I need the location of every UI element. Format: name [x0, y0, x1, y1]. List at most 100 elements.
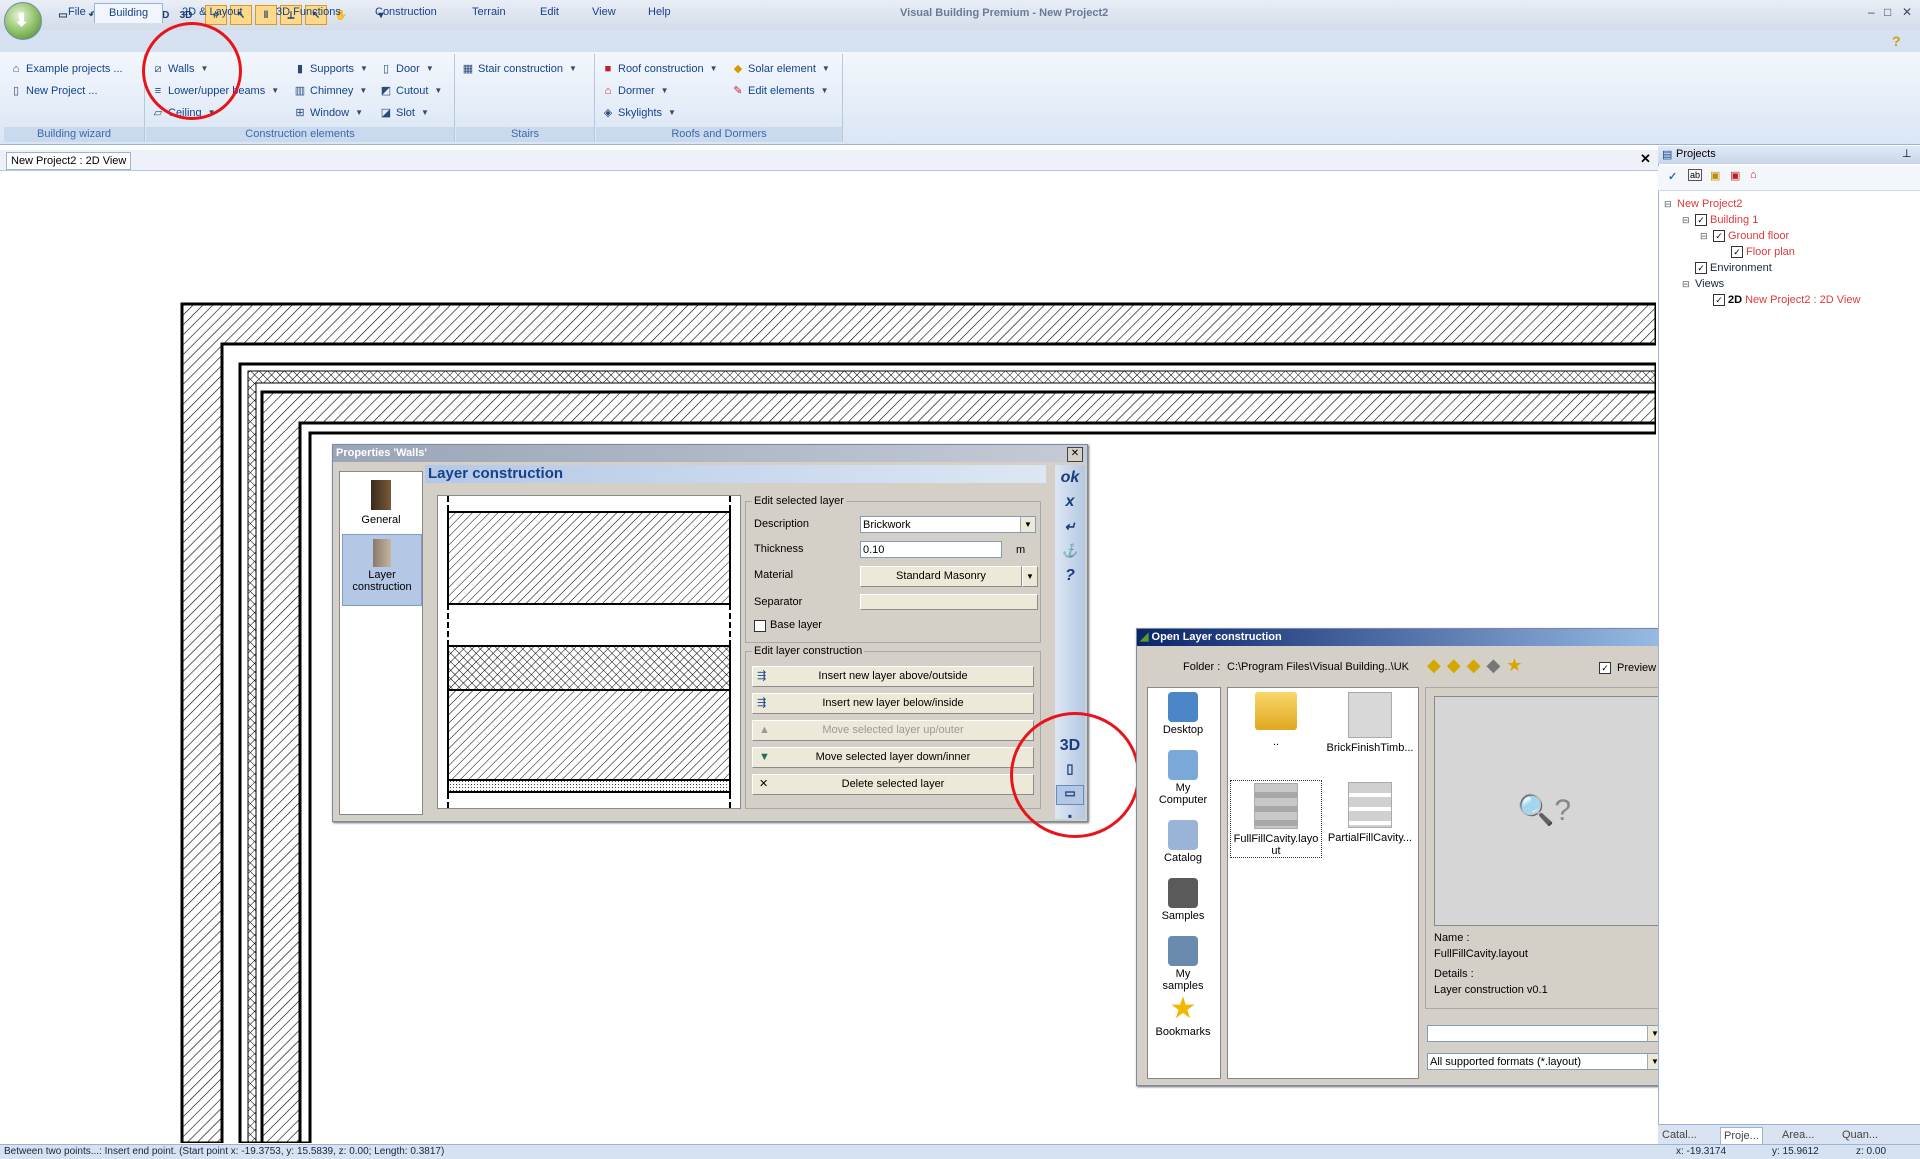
- solar-element-button[interactable]: ◆ Solar element ▼: [732, 60, 830, 78]
- preview-checkbox[interactable]: ✓: [1599, 662, 1611, 674]
- tab-catalog[interactable]: Catal...: [1662, 1127, 1697, 1143]
- network-icon[interactable]: ◆: [1487, 655, 1507, 675]
- tab-file[interactable]: File: [54, 3, 100, 22]
- file-item-fullfill[interactable]: FullFillCavity.layout: [1230, 780, 1322, 858]
- nav-general[interactable]: General: [342, 474, 420, 532]
- file-item-partialfill[interactable]: PartialFillCavity...: [1324, 780, 1416, 844]
- filter-combo[interactable]: All supported formats (*.layout) ▼: [1427, 1053, 1663, 1070]
- dormer-button[interactable]: ⌂ Dormer ▼: [602, 82, 669, 100]
- folder-up-icon[interactable]: ◆: [1427, 655, 1447, 675]
- tab-area[interactable]: Area...: [1782, 1127, 1814, 1143]
- document-close-icon[interactable]: ✕: [1640, 151, 1651, 167]
- tree-node[interactable]: ⊟ Views: [1664, 276, 1914, 292]
- tab-construction[interactable]: Construction: [361, 3, 451, 22]
- solar-element-label: Solar element: [748, 63, 816, 75]
- tab-projects[interactable]: Proje...: [1720, 1127, 1763, 1145]
- skylights-button[interactable]: ◈ Skylights ▼: [602, 104, 676, 122]
- folder-label: Folder :: [1183, 661, 1221, 673]
- anchor-icon[interactable]: ⚓: [1058, 543, 1082, 559]
- place-bookmarks[interactable]: ★ Bookmarks: [1154, 994, 1212, 1039]
- document-tab-2d-view[interactable]: New Project2 : 2D View: [6, 152, 132, 170]
- place-my-computer[interactable]: My Computer: [1154, 750, 1212, 806]
- insert-layer-below-button[interactable]: ⇶ Insert new layer below/inside: [752, 693, 1034, 714]
- tree-node[interactable]: ⊟ New Project2: [1664, 196, 1914, 212]
- file-item-parent[interactable]: ..: [1236, 692, 1316, 748]
- bookmark-star-icon[interactable]: ★: [1506, 655, 1528, 675]
- tab-3d-functions[interactable]: 3D Functions: [262, 3, 355, 22]
- tree-checkbox[interactable]: ✓: [1713, 230, 1725, 242]
- enter-icon[interactable]: ↵: [1058, 519, 1082, 535]
- place-desktop[interactable]: Desktop: [1154, 692, 1212, 736]
- chimney-button[interactable]: ▥ Chimney ▼: [294, 82, 368, 100]
- help-icon[interactable]: ?: [1892, 33, 1901, 49]
- thickness-field[interactable]: 0.10: [860, 541, 1002, 558]
- nav-layer-construction[interactable]: Layer construction: [342, 534, 422, 606]
- move-layer-up-button[interactable]: ▲ Move selected layer up/outer: [752, 720, 1034, 741]
- tree-node[interactable]: ✓ Floor plan: [1664, 244, 1914, 260]
- tab-quantities[interactable]: Quan...: [1842, 1127, 1878, 1143]
- place-my-samples[interactable]: My samples: [1154, 936, 1212, 992]
- separator-button[interactable]: [860, 594, 1038, 610]
- file-item-brickfinish[interactable]: BrickFinishTimb...: [1324, 692, 1416, 754]
- pin-icon[interactable]: ⊥: [1902, 147, 1912, 160]
- tab-2d-layout[interactable]: 2D & Layout: [168, 3, 257, 22]
- tree-node[interactable]: ✓ 2D New Project2 : 2D View: [1664, 292, 1914, 308]
- tree-checkbox[interactable]: ✓: [1713, 294, 1725, 306]
- tab-view[interactable]: View: [578, 3, 630, 22]
- place-samples[interactable]: Samples: [1154, 878, 1212, 922]
- delete-icon[interactable]: ▣: [1730, 169, 1740, 182]
- group-title: Edit selected layer: [752, 495, 846, 507]
- tree-checkbox[interactable]: ✓: [1695, 262, 1707, 274]
- tab-edit[interactable]: Edit: [526, 3, 573, 22]
- folder-new-icon[interactable]: ◆: [1447, 655, 1467, 675]
- insert-layer-above-button[interactable]: ⇶ Insert new layer above/outside: [752, 666, 1034, 687]
- stair-construction-button[interactable]: ▦ Stair construction ▼: [462, 60, 577, 78]
- description-select[interactable]: Brickwork ▼: [860, 516, 1036, 533]
- slot-button[interactable]: ◪ Slot ▼: [380, 104, 429, 122]
- tree-node[interactable]: ⊟ ✓ Ground floor: [1664, 228, 1914, 244]
- app-menu-button[interactable]: ⬇: [4, 2, 42, 40]
- check-icon[interactable]: ✓: [1668, 170, 1677, 183]
- example-projects-button[interactable]: ⌂ Example projects ...: [10, 60, 123, 78]
- help-button[interactable]: ?: [1058, 567, 1082, 585]
- minimize-button[interactable]: –: [1868, 5, 1875, 19]
- cancel-button[interactable]: x: [1058, 493, 1082, 511]
- dialog-close-button[interactable]: ✕: [1067, 447, 1083, 462]
- chevron-down-icon[interactable]: ▼: [1020, 517, 1035, 532]
- maximize-button[interactable]: □: [1884, 5, 1891, 19]
- supports-button[interactable]: ▮ Supports ▼: [294, 60, 368, 78]
- roof-construction-button[interactable]: ■ Roof construction ▼: [602, 60, 718, 78]
- tree-node[interactable]: ⊟ ✓ Building 1: [1664, 212, 1914, 228]
- rename-icon[interactable]: ab: [1688, 169, 1703, 181]
- close-button[interactable]: ✕: [1902, 5, 1912, 19]
- expand-icon[interactable]: ⊟: [1682, 212, 1692, 228]
- expand-icon[interactable]: ⊟: [1700, 228, 1710, 244]
- material-dropdown-icon[interactable]: ▼: [1022, 566, 1038, 587]
- expand-icon[interactable]: ⊟: [1682, 276, 1692, 292]
- base-layer-checkbox[interactable]: [754, 620, 766, 632]
- tree-checkbox[interactable]: ✓: [1695, 214, 1707, 226]
- window-label: Window: [310, 107, 350, 119]
- tab-help[interactable]: Help: [634, 3, 685, 22]
- door-button[interactable]: ▯ Door ▼: [380, 60, 434, 78]
- tab-building[interactable]: Building: [94, 3, 164, 23]
- projects-toolbar: ✓ ab ▣ ▣ ⌂: [1658, 166, 1920, 191]
- ok-button[interactable]: ok: [1058, 469, 1082, 487]
- tree-checkbox[interactable]: ✓: [1731, 246, 1743, 258]
- filename-combo[interactable]: ▼: [1427, 1025, 1663, 1042]
- expand-icon[interactable]: ⊟: [1664, 196, 1674, 212]
- properties-icon[interactable]: ▣: [1710, 169, 1720, 182]
- material-button[interactable]: Standard Masonry: [860, 566, 1022, 587]
- delete-layer-button[interactable]: ✕ Delete selected layer: [752, 774, 1034, 795]
- edit-elements-button[interactable]: ✎ Edit elements ▼: [732, 82, 828, 100]
- window-button[interactable]: ⊞ Window ▼: [294, 104, 363, 122]
- move-layer-down-button[interactable]: ▼ Move selected layer down/inner: [752, 747, 1034, 768]
- folder-fav-icon[interactable]: ◆: [1467, 655, 1487, 675]
- cutout-button[interactable]: ◩ Cutout ▼: [380, 82, 443, 100]
- layer-preview[interactable]: [437, 495, 741, 809]
- tree-node[interactable]: ✓ Environment: [1664, 260, 1914, 276]
- building-icon[interactable]: ⌂: [1750, 169, 1757, 181]
- new-project-button[interactable]: ▯ New Project ...: [10, 82, 98, 100]
- tab-terrain[interactable]: Terrain: [458, 3, 520, 22]
- place-catalog[interactable]: Catalog: [1154, 820, 1212, 864]
